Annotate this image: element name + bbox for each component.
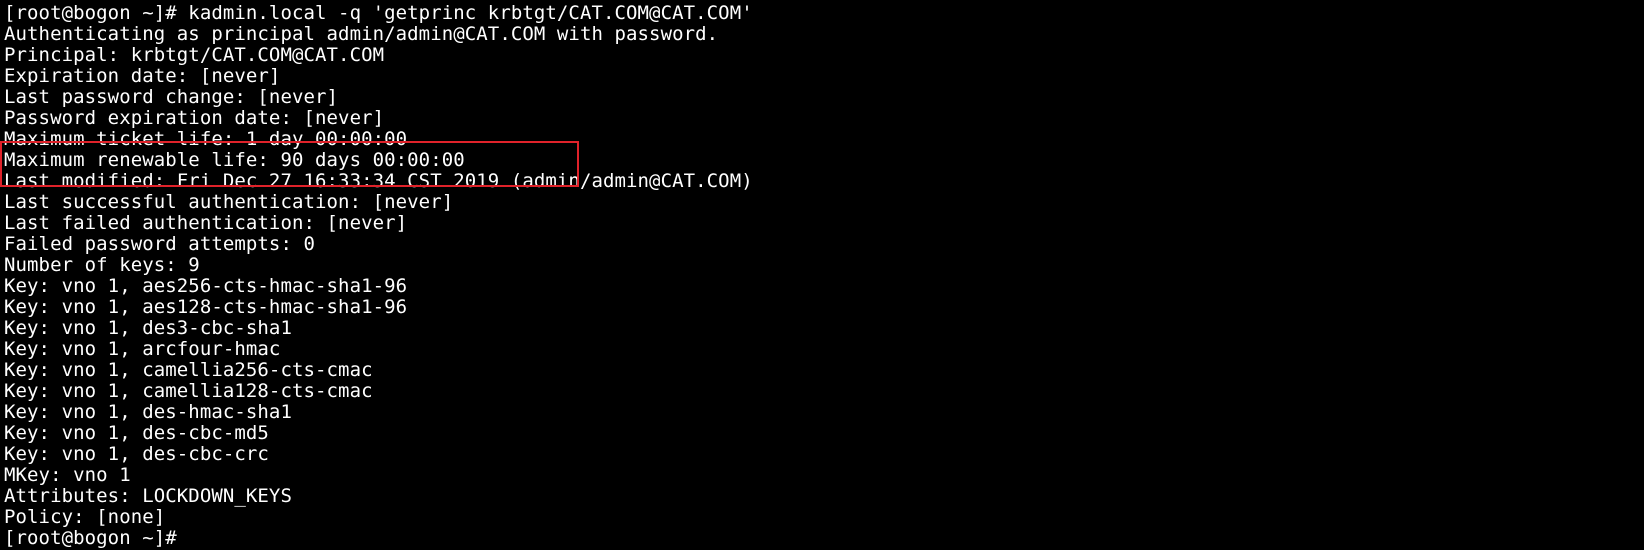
output-line-key-aes128: Key: vno 1, aes128-cts-hmac-sha1-96: [4, 296, 408, 318]
output-line-failed-password-attempts: Failed password attempts: 0: [4, 233, 316, 255]
output-line-authenticating: Authenticating as principal admin/admin@…: [4, 23, 719, 45]
output-line-key-camellia256: Key: vno 1, camellia256-cts-cmac: [4, 359, 373, 381]
output-line-password-expiration-date: Password expiration date: [never]: [4, 107, 385, 129]
highlight-box: [0, 141, 579, 187]
output-line-key-aes256: Key: vno 1, aes256-cts-hmac-sha1-96: [4, 275, 408, 297]
output-line-principal: Principal: krbtgt/CAT.COM@CAT.COM: [4, 44, 385, 66]
terminal-cursor: [176, 528, 188, 547]
terminal-window[interactable]: [root@bogon ~]# kadmin.local -q 'getprin…: [0, 0, 1644, 550]
prompt-line[interactable]: [root@bogon ~]#: [4, 528, 1634, 549]
output-line-number-of-keys: Number of keys: 9: [4, 254, 200, 276]
output-line-attributes: Attributes: LOCKDOWN_KEYS: [4, 485, 292, 507]
output-line-key-des-crc: Key: vno 1, des-cbc-crc: [4, 443, 269, 465]
prompt-text: [root@bogon ~]#: [4, 527, 177, 549]
output-line-key-arcfour: Key: vno 1, arcfour-hmac: [4, 338, 281, 360]
output-line-last-successful-authentication: Last successful authentication: [never]: [4, 191, 454, 213]
output-line-expiration-date: Expiration date: [never]: [4, 65, 281, 87]
terminal-output: [root@bogon ~]# kadmin.local -q 'getprin…: [4, 3, 1634, 549]
output-line-key-des-md5: Key: vno 1, des-cbc-md5: [4, 422, 269, 444]
command-line: [root@bogon ~]# kadmin.local -q 'getprin…: [4, 2, 753, 24]
output-line-key-camellia128: Key: vno 1, camellia128-cts-cmac: [4, 380, 373, 402]
output-line-last-failed-authentication: Last failed authentication: [never]: [4, 212, 408, 234]
output-line-key-des-hmac: Key: vno 1, des-hmac-sha1: [4, 401, 292, 423]
output-line-key-des3: Key: vno 1, des3-cbc-sha1: [4, 317, 292, 339]
output-line-mkey: MKey: vno 1: [4, 464, 131, 486]
output-line-last-password-change: Last password change: [never]: [4, 86, 339, 108]
output-line-policy: Policy: [none]: [4, 506, 166, 528]
